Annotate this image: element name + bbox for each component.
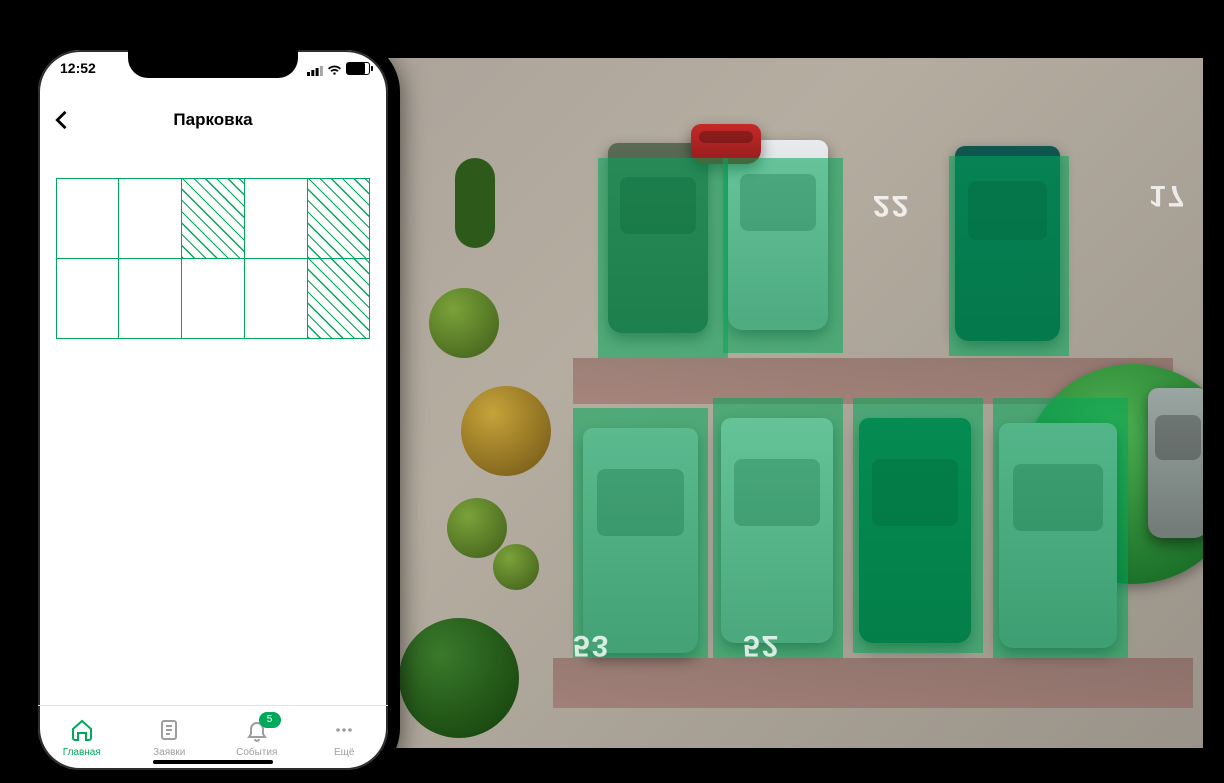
parking-space[interactable] (307, 178, 371, 259)
parking-space[interactable] (181, 258, 245, 339)
detection-overlay (598, 158, 728, 358)
parking-space[interactable] (118, 258, 182, 339)
spot-number: 22 (873, 188, 910, 222)
document-icon (157, 718, 181, 745)
spot-number: 17 (1149, 178, 1186, 212)
detection-overlay (993, 398, 1128, 658)
page-title: Парковка (173, 110, 252, 130)
parking-space[interactable] (244, 258, 308, 339)
parking-space[interactable] (181, 178, 245, 259)
tab-label: События (236, 747, 277, 758)
parking-space[interactable] (56, 258, 120, 339)
parking-space[interactable] (244, 178, 308, 259)
app-header: Парковка (38, 98, 388, 142)
battery-icon (346, 62, 370, 75)
phone-notch (128, 50, 298, 78)
detection-overlay (853, 398, 983, 653)
wifi-icon (327, 63, 342, 74)
parking-space[interactable] (118, 178, 182, 259)
cellular-icon (307, 63, 323, 74)
tab-label: Главная (63, 747, 101, 758)
detection-overlay (573, 408, 708, 658)
parking-grid (56, 178, 370, 338)
detection-overlay (723, 158, 843, 353)
more-icon (332, 718, 356, 745)
tab-label: Ещё (334, 747, 354, 758)
tab-more[interactable]: Ещё (301, 706, 389, 770)
detection-overlay (713, 398, 843, 658)
back-button[interactable] (48, 106, 76, 134)
car (1148, 388, 1203, 538)
tab-home[interactable]: Главная (38, 706, 126, 770)
phone-mockup: 12:52 Парковка Главная За (26, 38, 400, 782)
detection-overlay (949, 156, 1069, 356)
spot-number: 52 (743, 628, 780, 662)
tab-label: Заявки (153, 747, 185, 758)
home-indicator (153, 760, 273, 764)
parking-space[interactable] (56, 178, 120, 259)
parking-space[interactable] (307, 258, 371, 339)
status-time: 12:52 (60, 60, 96, 76)
home-icon (70, 718, 94, 745)
spot-number: 53 (573, 628, 610, 662)
events-badge: 5 (259, 712, 281, 728)
